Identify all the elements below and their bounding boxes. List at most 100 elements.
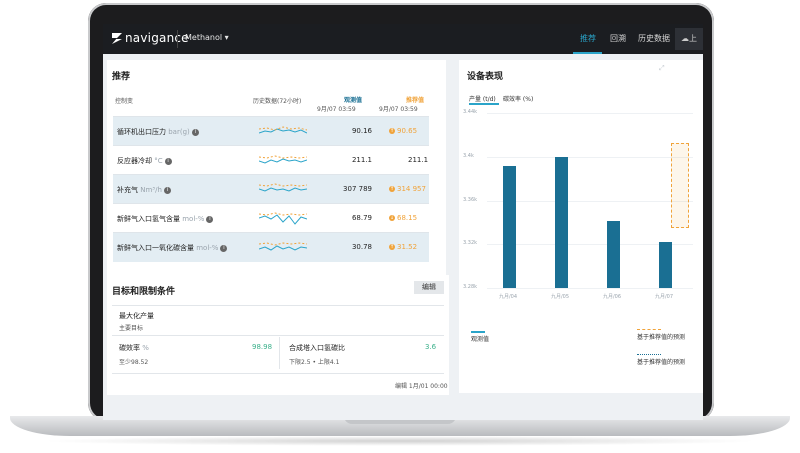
variable-name: 新鲜气入口一氧化碳含量 (117, 244, 194, 252)
observed-value: 307 789 (343, 185, 372, 193)
tab-throughput[interactable]: 产量 (t/d) (469, 94, 496, 103)
x-tick-label: 九月/05 (551, 294, 570, 300)
plant-selector[interactable]: Methanol ▾ (185, 33, 229, 42)
upload-label: 上 (689, 34, 697, 43)
variable-unit: Nm³/h (140, 186, 162, 194)
panel-title: 推荐 (112, 72, 131, 82)
observed-value: 68.79 (351, 214, 372, 222)
edit-button[interactable]: 编辑 (414, 281, 444, 294)
recommended-value: 211.1 (408, 156, 429, 164)
equipment-panel: 设备表现 ⤢ 产量 (t/d) 碳效率 (%) 3.44k 3.4k 3.36k 3.… (459, 60, 703, 393)
column-header-history: 历史数据(72小时) (253, 98, 302, 105)
constraint-limit: 至少98.52 (119, 359, 149, 366)
chart-bar-predicted[interactable] (671, 143, 689, 229)
top-navigation-bar: navigance Methanol ▾ 推荐 回溯 历史数据 ☁上 (103, 24, 703, 54)
legend-predicted-swatch (637, 329, 661, 330)
navigance-logo-icon (112, 33, 122, 44)
history-sparkline (259, 242, 307, 251)
constraint-label: 碳效率 % (119, 343, 149, 353)
history-sparkline (259, 183, 307, 192)
recommendation-row[interactable]: 反应器冷却 °C i 211.1 211.1 (113, 145, 429, 175)
variable-label: 补充气 Nm³/h i (117, 185, 171, 195)
variable-name: 循环机出口压力 (117, 128, 166, 136)
constraint-unit: % (142, 344, 149, 352)
y-tick-label: 3.4k (463, 152, 474, 159)
variable-name: 新鲜气入口氢气含量 (117, 215, 180, 223)
legend-predicted: 基于推荐值的预测 (637, 334, 686, 341)
laptop-shadow (40, 436, 760, 446)
column-header-recommended: 推荐值 (406, 97, 425, 104)
variable-name: 反应器冷却 (117, 157, 152, 165)
chart-area: 3.44k 3.4k 3.36k 3.32k 3.28k 九月/04 九月/05 九月/06 九… (459, 105, 703, 305)
constraint-name: 碳效率 (119, 344, 140, 352)
divider (112, 373, 444, 374)
recommendation-row[interactable]: 新鲜气入口一氧化碳含量 mol-% i 30.78 ↑ 31.52 (113, 232, 429, 262)
recommended-number: 68.15 (397, 214, 418, 222)
y-tick-label: 3.32k (463, 240, 478, 247)
expand-icon[interactable]: ⤢ (659, 64, 665, 73)
y-tick-label: 3.28k (463, 284, 478, 290)
chart-bar-observed[interactable] (502, 165, 516, 288)
variable-label: 反应器冷却 °C i (117, 156, 172, 166)
divider (112, 335, 444, 336)
up-arrow-icon: ↑ (389, 186, 395, 192)
panel-title: 目标和限制条件 (112, 287, 176, 297)
variable-unit: °C (154, 157, 163, 165)
variable-unit: mol-% (196, 244, 219, 252)
column-header-variable: 控制变 (115, 98, 134, 105)
column-header-observed: 观测值 (344, 97, 363, 104)
variable-unit: bar(g) (168, 128, 190, 136)
chart-bar-observed[interactable] (554, 156, 568, 288)
panel-title: 设备表现 (467, 72, 504, 82)
info-icon[interactable]: i (191, 128, 199, 136)
tab-carbon-efficiency[interactable]: 碳效率 (%) (503, 94, 533, 103)
recommendation-row[interactable]: 循环机出口压力 bar(g) i 90.16 ↑ 90.65 (113, 116, 429, 146)
history-sparkline (259, 155, 307, 164)
recommended-number: 314 957 (397, 185, 426, 193)
info-icon[interactable]: i (164, 157, 172, 165)
constraint-value: 98.98 (252, 343, 273, 351)
constraint-limit: 下限2.5 • 上限4.1 (289, 359, 340, 366)
legend-predicted-observed: 基于推荐值的预测 (637, 359, 686, 366)
app-screen: navigance Methanol ▾ 推荐 回溯 历史数据 ☁上 推荐 控制… (103, 24, 703, 420)
up-arrow-icon: ↑ (389, 128, 395, 134)
variable-unit: mol-% (182, 215, 205, 223)
chart-gridline (487, 288, 693, 289)
recommended-value: ↑ 31.52 (389, 243, 417, 251)
targets-panel: 目标和限制条件 编辑 最大化产量 主要目标 碳效率 % 98.98 至少98.5… (107, 275, 449, 395)
info-icon[interactable]: i (220, 244, 228, 252)
variable-label: 循环机出口压力 bar(g) i (117, 127, 199, 137)
chart-gridline (487, 156, 693, 158)
history-sparkline (259, 126, 307, 134)
observed-value: 211.1 (351, 156, 372, 164)
divider (279, 337, 280, 369)
chart-gridline (487, 113, 693, 114)
variable-label: 新鲜气入口氢气含量 mol-% i (117, 214, 214, 224)
tab-history[interactable]: 历史数据 (638, 33, 670, 44)
chart-gridline (487, 200, 693, 202)
chart-bar-observed[interactable] (606, 221, 620, 288)
info-icon[interactable]: i (163, 186, 171, 194)
x-tick-label: 九月/06 (603, 294, 622, 300)
recommended-number: 31.52 (397, 243, 418, 251)
recommendation-row[interactable]: 新鲜气入口氢气含量 mol-% i 68.79 ↓ 68.15 (113, 203, 429, 233)
divider (112, 305, 444, 306)
active-tab-indicator (573, 52, 602, 54)
observed-timestamp: 9月/07 03:59 (317, 106, 356, 113)
tab-replay[interactable]: 回溯 (610, 33, 626, 44)
upload-button[interactable]: ☁上 (675, 28, 703, 50)
recommend-panel: 推荐 控制变 历史数据(72小时) 观测值 9月/07 03:59 推荐值 9月… (107, 60, 446, 293)
variable-name: 补充气 (117, 186, 138, 194)
observed-value: 90.16 (351, 127, 372, 135)
objective-label: 最大化产量 (119, 312, 154, 320)
brand-name[interactable]: navigance (125, 31, 189, 45)
legend-observed-swatch (471, 331, 485, 333)
constraint-value: 3.6 (425, 343, 437, 351)
recommendation-row[interactable]: 补充气 Nm³/h i 307 789 ↑ 314 957 (113, 174, 429, 204)
tab-recommend[interactable]: 推荐 (580, 33, 596, 44)
down-arrow-icon: ↓ (389, 215, 395, 221)
info-icon[interactable]: i (206, 215, 214, 223)
recommended-number: 90.65 (397, 127, 418, 135)
chart-bar-observed[interactable] (658, 242, 672, 288)
y-tick-label: 3.44k (463, 109, 478, 115)
